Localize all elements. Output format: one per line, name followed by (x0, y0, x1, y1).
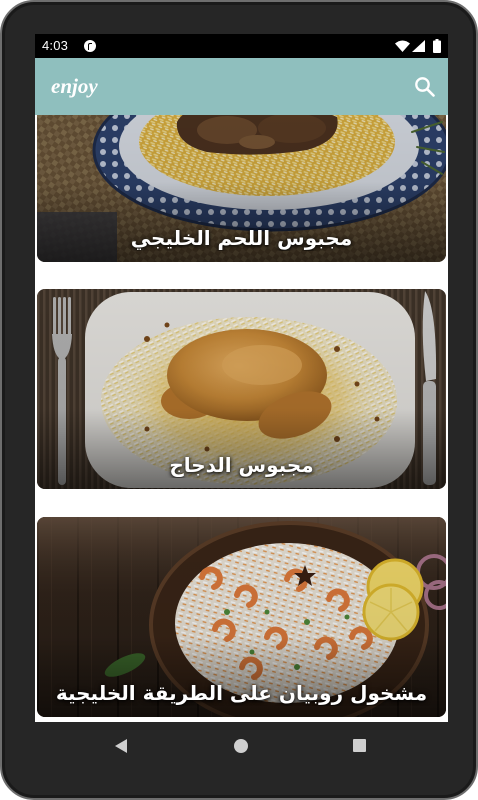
status-time: 4:03 (42, 38, 69, 53)
app-title: enjoy (51, 74, 98, 98)
recipe-card[interactable]: مجبوس الدجاج (37, 289, 446, 489)
screen: 4:03 enjoy مجبوس اللحم الخليجي مجبوس الد… (35, 34, 448, 722)
recipe-list[interactable]: مجبوس اللحم الخليجي مجبوس الدجاج مشخول ر… (35, 115, 448, 722)
status-bar: 4:03 (35, 34, 448, 58)
search-icon[interactable] (414, 76, 435, 97)
recents-icon[interactable] (353, 739, 366, 752)
home-icon[interactable] (234, 739, 248, 753)
signal-icon (412, 40, 425, 52)
recipe-card[interactable]: مجبوس اللحم الخليجي (37, 115, 446, 262)
recipe-title: مجبوس اللحم الخليجي (130, 226, 353, 250)
notification-icon (84, 40, 96, 52)
recipe-title: مجبوس الدجاج (169, 453, 314, 477)
device-frame: 4:03 enjoy مجبوس اللحم الخليجي مجبوس الد… (0, 0, 478, 800)
recipe-card[interactable]: مشخول روبيان على الطريقة الخليجية (37, 517, 446, 717)
back-icon[interactable] (115, 739, 127, 753)
navigation-bar (35, 722, 448, 770)
app-bar: enjoy (35, 58, 448, 115)
recipe-title: مشخول روبيان على الطريقة الخليجية (55, 681, 428, 705)
battery-icon (433, 39, 441, 53)
wifi-icon (395, 40, 410, 52)
